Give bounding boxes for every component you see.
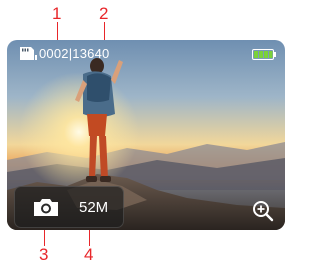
battery-icon [252, 49, 276, 60]
zoom-in-icon[interactable] [252, 200, 274, 222]
callout-1: 1 [52, 4, 62, 23]
camera-icon[interactable] [33, 197, 59, 217]
camera-viewfinder: 0002|13640 52M [7, 40, 285, 230]
callout-2: 2 [99, 4, 109, 23]
photo-counter: 0002|13640 [39, 46, 110, 61]
callout-4: 4 [84, 245, 94, 264]
resolution-label: 52M [79, 199, 109, 216]
capture-mode-panel[interactable]: 52M [14, 186, 124, 228]
sd-card-icon [20, 47, 37, 60]
callout-3: 3 [39, 245, 49, 264]
